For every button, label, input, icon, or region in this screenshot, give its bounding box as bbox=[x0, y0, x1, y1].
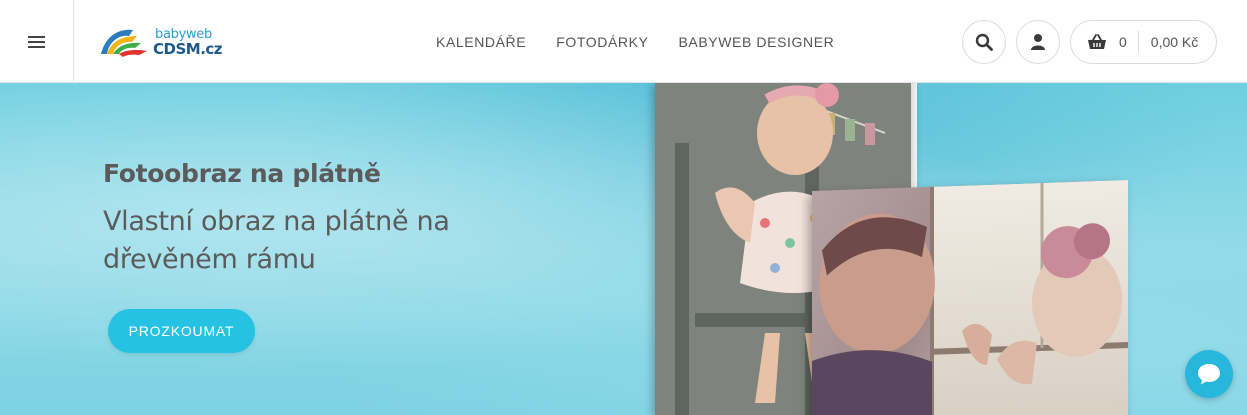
cart-count: 0 bbox=[1119, 34, 1127, 50]
logo-top-text: babyweb bbox=[155, 26, 212, 42]
hero-banner: Fotoobraz na plátně Vlastní obraz na plá… bbox=[0, 83, 1247, 415]
cart-button[interactable]: 0 0,00 Kč bbox=[1070, 20, 1217, 64]
explore-button[interactable]: PROZKOUMAT bbox=[108, 309, 255, 353]
canvas-photo-kids bbox=[812, 179, 1128, 415]
site-header: babyweb CDSM.cz KALENDÁŘE FOTODÁRKY BABY… bbox=[0, 0, 1247, 83]
hamburger-menu-icon bbox=[28, 35, 45, 48]
chat-button[interactable] bbox=[1185, 350, 1233, 398]
cart-divider bbox=[1137, 31, 1139, 53]
cart-total: 0,00 Kč bbox=[1150, 34, 1199, 50]
logo-icon bbox=[101, 29, 147, 57]
kids-photo-illustration bbox=[812, 182, 1128, 415]
main-nav: KALENDÁŘE FOTODÁRKY BABYWEB DESIGNER bbox=[420, 0, 834, 83]
chat-icon bbox=[1198, 364, 1220, 385]
search-icon bbox=[975, 33, 993, 51]
nav-item-babyweb-designer[interactable]: BABYWEB DESIGNER bbox=[678, 34, 834, 50]
basket-icon bbox=[1088, 34, 1106, 49]
nav-item-kalendare[interactable]: KALENDÁŘE bbox=[436, 34, 526, 50]
account-button[interactable] bbox=[1016, 20, 1060, 64]
search-button[interactable] bbox=[962, 20, 1006, 64]
menu-button[interactable] bbox=[0, 0, 74, 83]
site-logo[interactable]: babyweb CDSM.cz bbox=[99, 24, 239, 60]
logo-bottom-text: CDSM.cz bbox=[153, 39, 223, 58]
hero-title: Fotoobraz na plátně bbox=[103, 159, 381, 188]
hero-subtitle: Vlastní obraz na plátně na dřevěném rámu bbox=[103, 206, 450, 275]
user-icon bbox=[1031, 34, 1045, 50]
nav-item-fotodarky[interactable]: FOTODÁRKY bbox=[556, 34, 648, 50]
